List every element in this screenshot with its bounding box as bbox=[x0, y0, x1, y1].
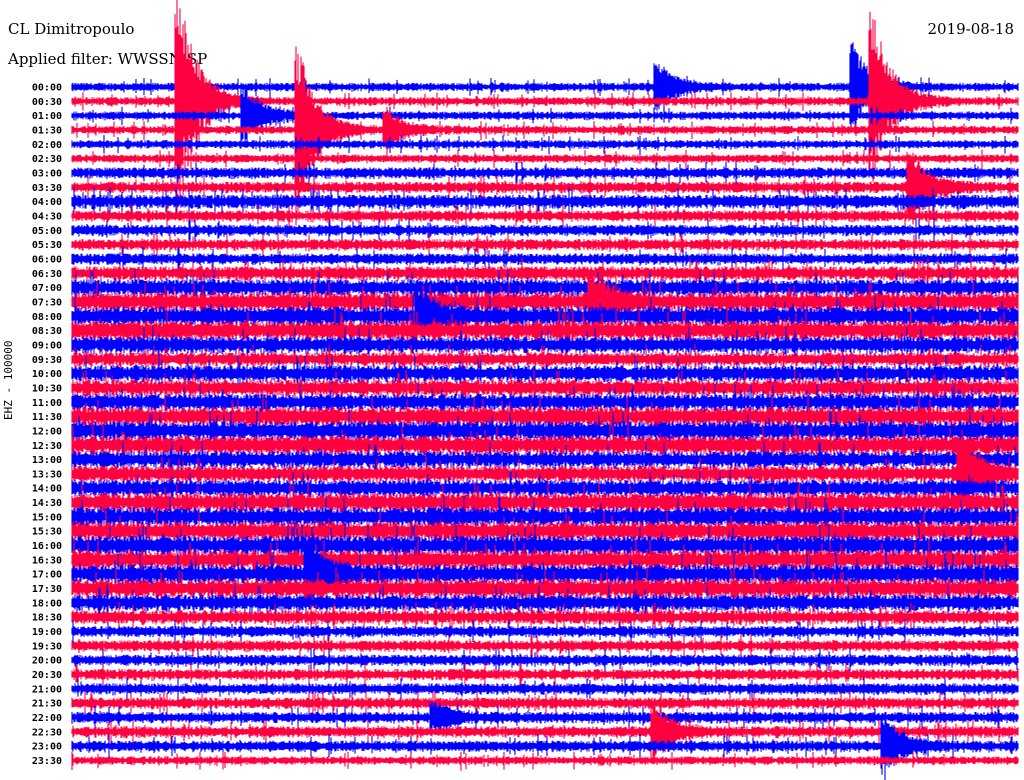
row-time-label: 02:30 bbox=[32, 154, 62, 165]
row-time-label: 16:00 bbox=[32, 541, 62, 552]
row-time-label: 03:30 bbox=[32, 183, 62, 194]
row-time-label: 13:30 bbox=[32, 469, 62, 480]
seismic-trace bbox=[71, 218, 1019, 244]
row-time-label: 05:00 bbox=[32, 226, 62, 237]
row-time-label: 14:30 bbox=[32, 498, 62, 509]
row-time-label: 09:30 bbox=[32, 355, 62, 366]
row-time-label: 06:30 bbox=[32, 269, 62, 280]
row-time-label: 22:00 bbox=[32, 713, 62, 724]
seismic-trace bbox=[71, 633, 1019, 659]
row-time-label: 21:30 bbox=[32, 699, 62, 710]
row-time-label: 18:30 bbox=[32, 613, 62, 624]
seismic-trace bbox=[71, 662, 1019, 688]
row-time-label: 18:00 bbox=[32, 598, 62, 609]
row-time-label: 09:00 bbox=[32, 340, 62, 351]
row-time-label: 07:00 bbox=[32, 283, 62, 294]
row-time-label: 10:30 bbox=[32, 383, 62, 394]
seismic-trace bbox=[71, 648, 1019, 673]
row-time-label: 00:30 bbox=[32, 97, 62, 108]
row-time-label: 23:30 bbox=[32, 756, 62, 767]
row-time-label: 19:00 bbox=[32, 627, 62, 638]
row-time-label: 10:00 bbox=[32, 369, 62, 380]
seismic-trace bbox=[71, 751, 1019, 771]
row-time-label: 08:00 bbox=[32, 312, 62, 323]
seismic-trace bbox=[71, 701, 1019, 763]
row-time-label: 04:30 bbox=[32, 211, 62, 222]
row-time-label: 00:00 bbox=[32, 83, 62, 94]
row-time-label: 03:00 bbox=[32, 168, 62, 179]
row-time-label: 05:30 bbox=[32, 240, 62, 251]
row-time-label: 20:00 bbox=[32, 656, 62, 667]
row-time-label: 02:00 bbox=[32, 140, 62, 151]
row-time-label: 04:00 bbox=[32, 197, 62, 208]
row-time-label: 12:30 bbox=[32, 441, 62, 452]
helicorder-plot: 00:00 00:30 01:00 01:30 02:00 02:30 03:00 03:30… bbox=[32, 0, 1019, 780]
row-time-label: 13:00 bbox=[32, 455, 62, 466]
row-time-label: 20:30 bbox=[32, 670, 62, 681]
row-time-label: 15:30 bbox=[32, 527, 62, 538]
row-time-label: 08:30 bbox=[32, 326, 62, 337]
row-time-label: 07:30 bbox=[32, 297, 62, 308]
row-time-label: 23:00 bbox=[32, 742, 62, 753]
seismic-trace bbox=[71, 676, 1019, 703]
row-time-label: 14:00 bbox=[32, 484, 62, 495]
row-time-label: 11:30 bbox=[32, 412, 62, 423]
row-time-label: 21:00 bbox=[32, 684, 62, 695]
row-time-label: 19:30 bbox=[32, 641, 62, 652]
row-time-label: 22:30 bbox=[32, 727, 62, 738]
row-time-label: 16:30 bbox=[32, 555, 62, 566]
row-time-label: 15:00 bbox=[32, 512, 62, 523]
seismic-trace bbox=[71, 135, 1019, 155]
row-time-label: 17:00 bbox=[32, 570, 62, 581]
row-time-label: 12:00 bbox=[32, 426, 62, 437]
row-time-label: 01:30 bbox=[32, 125, 62, 136]
row-time-label: 17:30 bbox=[32, 584, 62, 595]
row-time-label: 06:00 bbox=[32, 254, 62, 265]
seismic-trace bbox=[71, 232, 1019, 258]
row-time-label: 01:00 bbox=[32, 111, 62, 122]
seismic-trace bbox=[71, 715, 1019, 780]
row-time-label: 11:00 bbox=[32, 398, 62, 409]
